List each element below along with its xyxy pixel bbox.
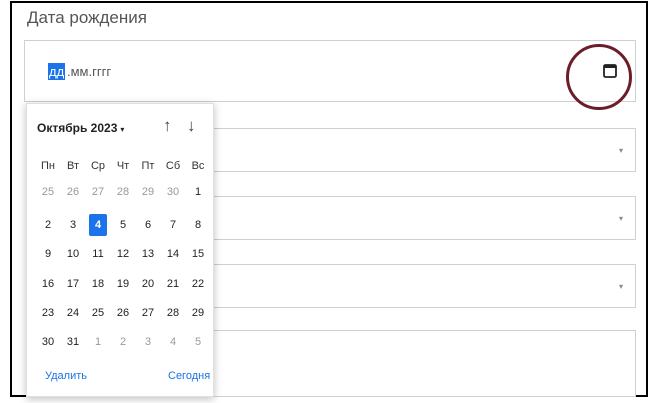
weekday-header: Пн Вт Ср Чт Пт Сб Вс (39, 155, 207, 177)
weekday-label: Сб (165, 160, 181, 172)
previous-month-button[interactable]: ↑ (163, 116, 172, 136)
select-field-3[interactable]: ▾ (200, 264, 636, 308)
day-cell[interactable]: 17 (64, 273, 82, 295)
today-button[interactable]: Сегодня (168, 370, 210, 382)
calendar-week: 16 17 18 19 20 21 22 (39, 273, 207, 295)
day-cell[interactable]: 19 (114, 273, 132, 295)
day-cell[interactable]: 21 (164, 273, 182, 295)
day-cell[interactable]: 11 (89, 243, 107, 265)
month-year-selector[interactable]: Октябрь 2023 ▾ (37, 121, 124, 135)
selected-day-cell[interactable]: 4 (89, 214, 107, 236)
day-cell[interactable]: 30 (39, 331, 57, 353)
weekday-label: Пн (41, 160, 55, 172)
date-picker-popup: Октябрь 2023 ▾ ↑ ↓ Пн Вт Ср Чт Пт Сб Вс 2… (26, 103, 214, 397)
weekday-label: Пт (141, 160, 155, 172)
chevron-down-icon: ▾ (618, 282, 623, 291)
chevron-down-icon: ▾ (618, 214, 623, 223)
calendar-week: 9 10 11 12 13 14 15 (39, 243, 207, 265)
day-cell[interactable]: 25 (39, 181, 57, 203)
weekday-label: Ср (90, 160, 106, 172)
day-cell[interactable]: 16 (39, 273, 57, 295)
highlight-circle (566, 44, 632, 110)
day-cell[interactable]: 28 (114, 181, 132, 203)
calendar-week: 2 3 4 5 6 7 8 (39, 214, 207, 236)
day-cell[interactable]: 27 (139, 302, 157, 324)
day-cell[interactable]: 13 (139, 243, 157, 265)
chevron-down-icon: ▾ (618, 146, 623, 155)
day-cell[interactable]: 10 (64, 243, 82, 265)
day-cell[interactable]: 31 (64, 331, 82, 353)
calendar-week: 23 24 25 26 27 28 29 (39, 302, 207, 324)
day-cell[interactable]: 1 (189, 181, 207, 203)
day-cell[interactable]: 9 (39, 243, 57, 265)
day-cell[interactable]: 20 (139, 273, 157, 295)
day-cell[interactable]: 14 (164, 243, 182, 265)
select-field-1[interactable]: ▾ (200, 128, 636, 172)
day-cell[interactable]: 29 (189, 302, 207, 324)
day-cell[interactable]: 24 (64, 302, 82, 324)
text-area-field[interactable] (200, 330, 636, 397)
day-cell[interactable]: 22 (189, 273, 207, 295)
day-cell[interactable]: 25 (89, 302, 107, 324)
day-cell[interactable]: 7 (164, 214, 182, 236)
day-cell[interactable]: 15 (189, 243, 207, 265)
day-cell[interactable]: 3 (139, 331, 157, 353)
calendar-week: 25 26 27 28 29 30 1 (39, 181, 207, 203)
dropdown-arrow-icon: ▾ (120, 125, 125, 134)
day-cell[interactable]: 6 (139, 214, 157, 236)
day-cell[interactable]: 18 (89, 273, 107, 295)
day-cell[interactable]: 26 (114, 302, 132, 324)
day-cell[interactable]: 5 (189, 331, 207, 353)
birthdate-label: Дата рождения (27, 8, 147, 27)
day-cell[interactable]: 30 (164, 181, 182, 203)
day-cell[interactable]: 2 (114, 331, 132, 353)
day-cell[interactable]: 27 (89, 181, 107, 203)
month-year-label: Октябрь 2023 (37, 121, 118, 135)
day-cell[interactable]: 23 (39, 302, 57, 324)
day-cell[interactable]: 3 (64, 214, 82, 236)
month-year-segments[interactable]: .мм.гггг (67, 63, 111, 80)
weekday-label: Вт (66, 160, 79, 172)
day-segment[interactable]: дд (48, 63, 66, 80)
day-cell[interactable]: 28 (164, 302, 182, 324)
weekday-label: Чт (116, 160, 130, 172)
calendar-week: 30 31 1 2 3 4 5 (39, 331, 207, 353)
weekday-label: Вс (191, 160, 205, 172)
day-cell[interactable]: 8 (189, 214, 207, 236)
birthdate-input[interactable]: дд .мм.гггг (24, 40, 636, 102)
next-month-button[interactable]: ↓ (187, 116, 196, 136)
day-cell[interactable]: 12 (114, 243, 132, 265)
day-cell[interactable]: 4 (164, 331, 182, 353)
day-cell[interactable]: 1 (89, 331, 107, 353)
select-field-2[interactable]: ▾ (200, 196, 636, 240)
day-cell[interactable]: 26 (64, 181, 82, 203)
day-cell[interactable]: 29 (139, 181, 157, 203)
day-cell[interactable]: 2 (39, 214, 57, 236)
clear-date-button[interactable]: Удалить (45, 370, 87, 382)
day-cell[interactable]: 5 (114, 214, 132, 236)
